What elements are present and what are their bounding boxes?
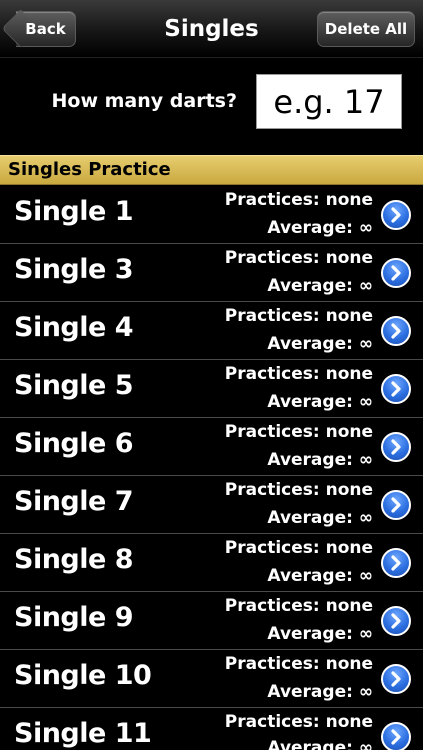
list-item-title: Single 8 [14, 544, 134, 575]
list-item-title: Single 9 [14, 602, 134, 633]
list-item-title: Single 11 [14, 718, 152, 749]
list-item[interactable]: Single 5 Practices: none Average: ∞ [0, 360, 423, 418]
darts-prompt: How many darts? [0, 58, 423, 154]
list-item[interactable]: Single 10 Practices: none Average: ∞ [0, 650, 423, 708]
list-item-practices: Practices: none [224, 654, 373, 674]
chevron-right-circle-icon[interactable] [381, 316, 411, 346]
list-item-average: Average: ∞ [267, 624, 373, 644]
list-item-practices: Practices: none [224, 422, 373, 442]
list-item-title: Single 10 [14, 660, 152, 691]
list-item-average: Average: ∞ [267, 392, 373, 412]
list-item[interactable]: Single 11 Practices: none Average: ∞ [0, 708, 423, 750]
chevron-right-circle-icon[interactable] [381, 374, 411, 404]
list-item-average: Average: ∞ [267, 450, 373, 470]
list-item-title: Single 1 [14, 196, 134, 227]
list-item-title: Single 3 [14, 254, 134, 285]
list-item-practices: Practices: none [224, 596, 373, 616]
list-item-practices: Practices: none [224, 480, 373, 500]
list-item[interactable]: Single 9 Practices: none Average: ∞ [0, 592, 423, 650]
delete-all-button[interactable]: Delete All [317, 11, 415, 47]
list-item-average: Average: ∞ [267, 218, 373, 238]
chevron-right-circle-icon[interactable] [381, 490, 411, 520]
list-item-average: Average: ∞ [267, 566, 373, 586]
list-item[interactable]: Single 6 Practices: none Average: ∞ [0, 418, 423, 476]
chevron-right-circle-icon[interactable] [381, 432, 411, 462]
list-item-average: Average: ∞ [267, 276, 373, 296]
list-item[interactable]: Single 3 Practices: none Average: ∞ [0, 244, 423, 302]
chevron-right-circle-icon[interactable] [381, 722, 411, 750]
section-header: Singles Practice [0, 155, 423, 185]
list-item-title: Single 5 [14, 370, 134, 401]
list-item-average: Average: ∞ [267, 334, 373, 354]
list-item-practices: Practices: none [224, 190, 373, 210]
list-item-average: Average: ∞ [267, 682, 373, 702]
list-item[interactable]: Single 4 Practices: none Average: ∞ [0, 302, 423, 360]
section-title: Singles Practice [8, 159, 171, 180]
list-item-average: Average: ∞ [267, 738, 373, 750]
back-button-label: Back [25, 20, 66, 38]
navigation-bar: Singles Back Delete All [0, 0, 423, 58]
list-item-average: Average: ∞ [267, 508, 373, 528]
chevron-right-circle-icon[interactable] [381, 258, 411, 288]
list-item-practices: Practices: none [224, 248, 373, 268]
list-item-title: Single 4 [14, 312, 134, 343]
list-item[interactable]: Single 1 Practices: none Average: ∞ [0, 186, 423, 244]
back-button[interactable]: Back [1, 9, 76, 48]
list-item-practices: Practices: none [224, 364, 373, 384]
chevron-right-circle-icon[interactable] [381, 664, 411, 694]
darts-prompt-label: How many darts? [51, 90, 237, 112]
list-item[interactable]: Single 8 Practices: none Average: ∞ [0, 534, 423, 592]
darts-count-input[interactable] [256, 74, 402, 129]
chevron-right-circle-icon[interactable] [381, 548, 411, 578]
chevron-right-circle-icon[interactable] [381, 200, 411, 230]
list-item-practices: Practices: none [224, 306, 373, 326]
list-item[interactable]: Single 7 Practices: none Average: ∞ [0, 476, 423, 534]
list-item-practices: Practices: none [224, 712, 373, 732]
list-item-title: Single 7 [14, 486, 134, 517]
list-item-title: Single 6 [14, 428, 134, 459]
list-item-practices: Practices: none [224, 538, 373, 558]
chevron-right-circle-icon[interactable] [381, 606, 411, 636]
